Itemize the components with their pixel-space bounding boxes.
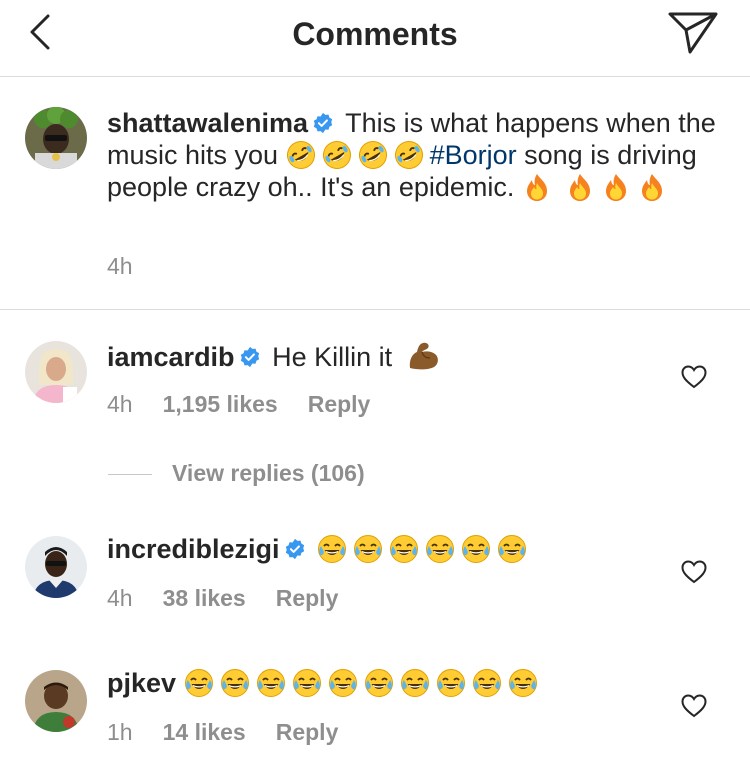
comment-3-body: pjkev — [107, 666, 544, 700]
post-username[interactable]: shattawalenima — [107, 108, 308, 138]
joy-emoji-icon — [400, 668, 430, 698]
view-replies-button[interactable]: View replies (106) — [108, 460, 365, 490]
avatar-iamcardib[interactable] — [25, 341, 87, 403]
joy-emoji-icon — [256, 668, 286, 698]
joy-emoji-icon — [425, 534, 455, 564]
joy-emoji-icon — [328, 668, 358, 698]
joy-emoji-icon — [292, 668, 322, 698]
comment-2-username[interactable]: incrediblezigi — [107, 534, 280, 564]
rofl-emoji-icon — [358, 140, 388, 170]
rofl-emoji-icon — [394, 140, 424, 170]
comment-2-reply-button[interactable]: Reply — [276, 585, 339, 611]
comment-1-like-heart-icon[interactable] — [681, 365, 707, 389]
joy-emoji-icon — [436, 668, 466, 698]
verified-badge-icon — [284, 538, 306, 560]
joy-emoji-icon — [353, 534, 383, 564]
joy-emoji-icon — [317, 534, 347, 564]
comment-3-likes[interactable]: 14 likes — [163, 719, 246, 745]
comment-3-meta: 1h 14 likes Reply — [107, 719, 338, 746]
joy-emoji-icon — [461, 534, 491, 564]
avatar-image — [25, 107, 87, 169]
comment-2-meta: 4h 38 likes Reply — [107, 585, 338, 612]
comment-1-likes[interactable]: 1,195 likes — [163, 391, 278, 417]
view-replies-line — [108, 474, 152, 476]
avatar-image — [25, 536, 87, 598]
comment-2-time: 4h — [107, 585, 133, 611]
comment-2-likes[interactable]: 38 likes — [163, 585, 246, 611]
comment-3-like-heart-icon[interactable] — [681, 694, 707, 718]
comment-3-username[interactable]: pjkev — [107, 668, 176, 698]
avatar-incrediblezigi[interactable] — [25, 536, 87, 598]
top-bar: Comments — [0, 0, 750, 77]
flexed-biceps-emoji-icon — [409, 342, 438, 370]
send-icon[interactable] — [666, 8, 720, 56]
joy-emoji-icon — [472, 668, 502, 698]
comment-3-reply-button[interactable]: Reply — [276, 719, 339, 745]
joy-emoji-icon — [184, 668, 214, 698]
page-title: Comments — [292, 16, 458, 52]
joy-emoji-icon — [497, 534, 527, 564]
verified-badge-icon — [239, 346, 261, 368]
comment-1-reply-button[interactable]: Reply — [308, 391, 371, 417]
rofl-emoji-icon — [286, 140, 316, 170]
avatar-image — [25, 670, 87, 732]
verified-badge-icon — [312, 112, 334, 134]
fire-emoji-icon — [522, 172, 552, 202]
fire-emoji-icon — [601, 172, 631, 202]
comment-3-time: 1h — [107, 719, 133, 745]
joy-emoji-icon — [220, 668, 250, 698]
comment-1-time: 4h — [107, 391, 133, 417]
joy-emoji-icon — [508, 668, 538, 698]
comment-1-username[interactable]: iamcardib — [107, 342, 235, 372]
caption-divider — [0, 309, 750, 310]
avatar-pjkev[interactable] — [25, 670, 87, 732]
avatar-shattawalenima[interactable] — [25, 107, 87, 169]
hashtag-link[interactable]: #Borjor — [430, 140, 517, 170]
view-replies-label: View replies (106) — [172, 460, 365, 486]
joy-emoji-icon — [364, 668, 394, 698]
comment-1-text: He Killin it — [272, 342, 393, 372]
post-caption: shattawalenima This is what happens when… — [107, 107, 717, 203]
comment-2-body: incrediblezigi — [107, 532, 533, 566]
avatar-image — [25, 341, 87, 403]
joy-emoji-icon — [389, 534, 419, 564]
comment-1-body: iamcardib He Killin it — [107, 340, 448, 374]
comment-2-like-heart-icon[interactable] — [681, 560, 707, 584]
post-time: 4h — [107, 253, 133, 279]
rofl-emoji-icon — [322, 140, 352, 170]
fire-emoji-icon — [565, 172, 595, 202]
comment-1-meta: 4h 1,195 likes Reply — [107, 391, 370, 418]
fire-emoji-icon — [637, 172, 667, 202]
